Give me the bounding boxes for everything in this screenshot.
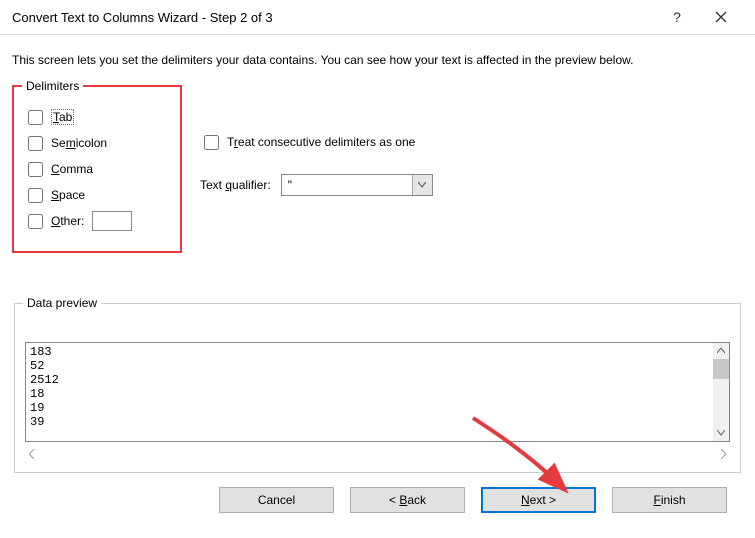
preview-line: 2512 — [30, 373, 725, 387]
back-button[interactable]: < Back — [350, 487, 465, 513]
other-checkbox[interactable] — [28, 214, 43, 229]
scroll-left-icon[interactable] — [29, 449, 35, 459]
scroll-down-icon[interactable] — [713, 425, 729, 441]
help-button[interactable]: ? — [655, 2, 699, 32]
close-button[interactable] — [699, 2, 743, 32]
consecutive-checkbox[interactable] — [204, 135, 219, 150]
close-icon — [715, 11, 727, 23]
space-label: Space — [51, 188, 85, 202]
intro-text: This screen lets you set the delimiters … — [10, 53, 745, 67]
other-input[interactable] — [92, 211, 132, 231]
comma-label: Comma — [51, 162, 93, 176]
qualifier-combobox[interactable]: " — [281, 174, 433, 196]
preview-line: 39 — [30, 415, 725, 429]
scroll-thumb[interactable] — [713, 359, 729, 379]
comma-checkbox[interactable] — [28, 162, 43, 177]
qualifier-value: " — [282, 175, 412, 195]
qualifier-dropdown-button[interactable] — [412, 175, 432, 195]
tab-checkbox[interactable] — [28, 110, 43, 125]
tab-label: Tab — [51, 110, 74, 124]
space-checkbox[interactable] — [28, 188, 43, 203]
vertical-scrollbar[interactable] — [713, 343, 729, 441]
preview-group-label: Data preview — [23, 296, 101, 310]
preview-line: 19 — [30, 401, 725, 415]
qualifier-label: Text qualifier: — [200, 178, 271, 192]
delimiters-group-label: Delimiters — [22, 79, 83, 93]
consecutive-label: Treat consecutive delimiters as one — [227, 135, 415, 149]
preview-line: 183 — [30, 345, 725, 359]
cancel-button[interactable]: Cancel — [219, 487, 334, 513]
titlebar: Convert Text to Columns Wizard - Step 2 … — [0, 0, 755, 35]
chevron-down-icon — [418, 182, 426, 188]
window-title: Convert Text to Columns Wizard - Step 2 … — [12, 10, 655, 25]
finish-button[interactable]: Finish — [612, 487, 727, 513]
horizontal-scrollbar[interactable] — [25, 444, 730, 464]
other-label: Other: — [51, 214, 84, 228]
preview-group: Data preview 183 52 2512 18 19 39 — [14, 303, 741, 473]
preview-line: 52 — [30, 359, 725, 373]
semicolon-checkbox[interactable] — [28, 136, 43, 151]
next-button[interactable]: Next > — [481, 487, 596, 513]
preview-line: 18 — [30, 387, 725, 401]
semicolon-label: Semicolon — [51, 136, 107, 150]
scroll-up-icon[interactable] — [713, 343, 729, 359]
preview-box: 183 52 2512 18 19 39 — [25, 342, 730, 442]
scroll-right-icon[interactable] — [720, 449, 726, 459]
delimiters-group: Delimiters Tab Semicolon Comma Space Oth… — [12, 85, 182, 253]
button-row: Cancel < Back Next > Finish — [10, 473, 745, 519]
